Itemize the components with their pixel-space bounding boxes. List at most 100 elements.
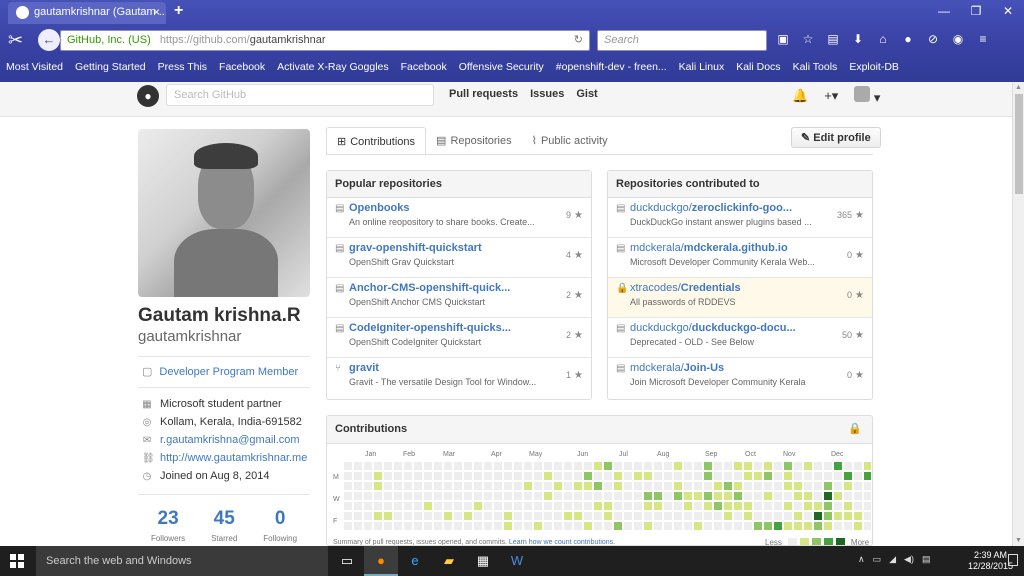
contribution-day[interactable]: [544, 482, 552, 490]
bookmark-item[interactable]: Kali Tools: [793, 58, 838, 78]
contribution-day[interactable]: [624, 462, 632, 470]
contribution-day[interactable]: [494, 472, 502, 480]
contribution-day[interactable]: [824, 472, 832, 480]
contribution-day[interactable]: [564, 472, 572, 480]
contribution-day[interactable]: [394, 482, 402, 490]
contribution-day[interactable]: [864, 522, 871, 530]
contribution-day[interactable]: [674, 492, 682, 500]
contribution-day[interactable]: [604, 472, 612, 480]
contribution-day[interactable]: [514, 462, 522, 470]
tab-repositories[interactable]: ▤ Repositories: [426, 127, 522, 155]
contribution-day[interactable]: [614, 482, 622, 490]
contribution-day[interactable]: [764, 522, 772, 530]
popular-repo-item[interactable]: ⑂ gravit Gravit - The versatile Design Too…: [327, 358, 591, 398]
contribution-day[interactable]: [374, 512, 382, 520]
contribution-day[interactable]: [354, 492, 362, 500]
contribution-day[interactable]: [494, 462, 502, 470]
contribution-day[interactable]: [814, 482, 822, 490]
contribution-day[interactable]: [464, 512, 472, 520]
contribution-day[interactable]: [784, 462, 792, 470]
contribution-day[interactable]: [434, 462, 442, 470]
contribution-day[interactable]: [854, 472, 862, 480]
contribution-day[interactable]: [554, 492, 562, 500]
nav-gist[interactable]: Gist: [576, 88, 597, 100]
contribution-day[interactable]: [814, 462, 822, 470]
contribution-day[interactable]: [444, 502, 452, 510]
contribution-day[interactable]: [514, 512, 522, 520]
contribution-day[interactable]: [734, 462, 742, 470]
scrollbar-thumb[interactable]: [1015, 94, 1023, 194]
contribution-day[interactable]: [464, 482, 472, 490]
contribution-day[interactable]: [614, 462, 622, 470]
contribution-day[interactable]: [574, 522, 582, 530]
contribution-day[interactable]: [704, 462, 712, 470]
contribution-day[interactable]: [744, 462, 752, 470]
contribution-day[interactable]: [684, 512, 692, 520]
contribution-day[interactable]: [564, 462, 572, 470]
contributed-repo-item[interactable]: 🔒 xtracodes/Credentials All passwords of R…: [608, 278, 872, 318]
windows-start-icon[interactable]: [10, 554, 24, 568]
contribution-day[interactable]: [414, 502, 422, 510]
contribution-day[interactable]: [814, 502, 822, 510]
contribution-day[interactable]: [634, 492, 642, 500]
contribution-day[interactable]: [784, 522, 792, 530]
contribution-day[interactable]: [444, 492, 452, 500]
contribution-day[interactable]: [744, 492, 752, 500]
reading-list-icon[interactable]: ▤: [826, 32, 840, 46]
contribution-day[interactable]: [624, 512, 632, 520]
bookmark-item[interactable]: Kali Linux: [679, 58, 725, 78]
contribution-day[interactable]: [474, 472, 482, 480]
contribution-day[interactable]: [634, 512, 642, 520]
contribution-day[interactable]: [444, 472, 452, 480]
profile-avatar[interactable]: [138, 129, 310, 297]
contribution-day[interactable]: [834, 482, 842, 490]
chat-icon[interactable]: ●: [901, 32, 915, 46]
contribution-day[interactable]: [534, 492, 542, 500]
contribution-day[interactable]: [714, 472, 722, 480]
contribution-day[interactable]: [624, 482, 632, 490]
contribution-day[interactable]: [854, 492, 862, 500]
contribution-day[interactable]: [414, 462, 422, 470]
contribution-day[interactable]: [734, 482, 742, 490]
contribution-day[interactable]: [414, 492, 422, 500]
contribution-day[interactable]: [464, 492, 472, 500]
contribution-day[interactable]: [754, 512, 762, 520]
contribution-day[interactable]: [584, 472, 592, 480]
bookmark-item[interactable]: Facebook: [219, 58, 265, 78]
contribution-day[interactable]: [864, 492, 871, 500]
contribution-day[interactable]: [534, 512, 542, 520]
contribution-day[interactable]: [714, 492, 722, 500]
volume-icon[interactable]: ◀): [904, 554, 914, 565]
stat-followers[interactable]: 23 Followers: [151, 508, 185, 544]
bookmark-item[interactable]: Kali Docs: [736, 58, 780, 78]
contribution-day[interactable]: [564, 522, 572, 530]
contribution-day[interactable]: [664, 472, 672, 480]
contribution-day[interactable]: [664, 502, 672, 510]
page-scrollbar[interactable]: ▲ ▼: [1012, 82, 1024, 546]
bookmark-item[interactable]: Activate X-Ray Goggles: [277, 58, 388, 78]
contribution-day[interactable]: [764, 482, 772, 490]
contribution-day[interactable]: [744, 522, 752, 530]
contribution-day[interactable]: [724, 522, 732, 530]
contribution-day[interactable]: [584, 522, 592, 530]
contribution-day[interactable]: [494, 502, 502, 510]
contribution-day[interactable]: [624, 492, 632, 500]
contribution-day[interactable]: [484, 482, 492, 490]
contribution-day[interactable]: [504, 502, 512, 510]
contribution-day[interactable]: [724, 492, 732, 500]
contribution-day[interactable]: [454, 482, 462, 490]
firefox-icon[interactable]: ●: [364, 546, 398, 576]
contribution-day[interactable]: [734, 502, 742, 510]
contribution-day[interactable]: [674, 482, 682, 490]
contribution-day[interactable]: [544, 472, 552, 480]
contribution-day[interactable]: [434, 512, 442, 520]
adblock-icon[interactable]: ⊘: [926, 32, 940, 46]
contribution-day[interactable]: [594, 482, 602, 490]
contributed-repo-item[interactable]: ▤ mdckerala/Join-Us Join Microsoft Develop…: [608, 358, 872, 398]
contribution-day[interactable]: [544, 462, 552, 470]
contribution-day[interactable]: [804, 502, 812, 510]
contribution-day[interactable]: [424, 512, 432, 520]
contribution-day[interactable]: [784, 492, 792, 500]
contribution-day[interactable]: [534, 462, 542, 470]
contribution-day[interactable]: [484, 512, 492, 520]
